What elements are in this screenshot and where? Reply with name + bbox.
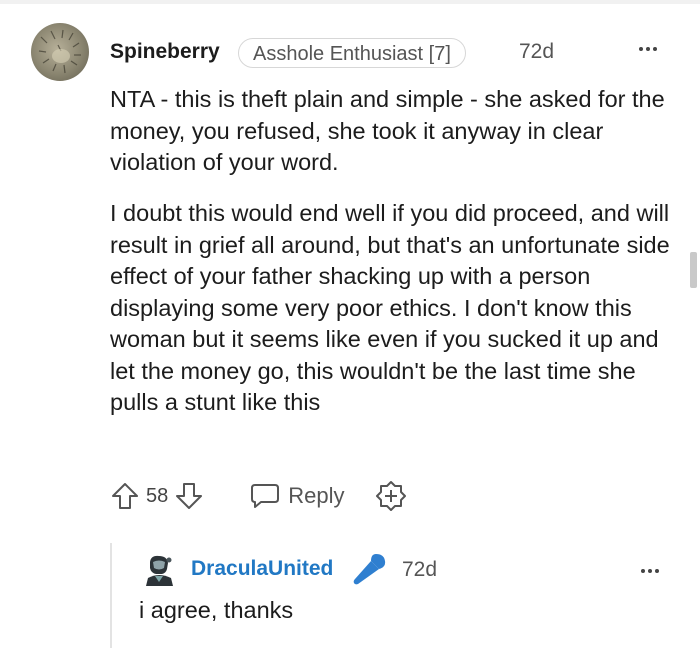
comment-paragraph: I doubt this would end well if you did p…	[110, 200, 670, 415]
user-flair: Asshole Enthusiast [7]	[238, 38, 466, 68]
top-divider	[0, 0, 700, 4]
award-plus-icon[interactable]	[375, 480, 407, 512]
reply-avatar[interactable]	[142, 552, 178, 588]
upvote-arrow-icon[interactable]	[110, 481, 140, 511]
username[interactable]: Spineberry	[110, 40, 220, 64]
thread-line[interactable]	[110, 543, 112, 648]
reply-label: Reply	[288, 483, 345, 508]
more-dots-icon[interactable]	[639, 38, 667, 58]
vote-score: 58	[146, 484, 169, 507]
scrollbar-thumb[interactable]	[690, 252, 697, 288]
reply-timestamp: 72d	[402, 558, 438, 581]
microphone-icon	[350, 552, 388, 586]
comment-paragraph: NTA - this is theft plain and simple - s…	[110, 86, 665, 175]
reply-username[interactable]: DraculaUnited	[191, 557, 333, 581]
more-dots-icon[interactable]	[641, 560, 669, 574]
reply-text: i agree, thanks	[139, 597, 294, 623]
avatar[interactable]	[31, 23, 89, 81]
comment-timestamp: 72d	[519, 40, 555, 63]
reply-button[interactable]: Reply	[250, 482, 345, 510]
comment-actions: 58 Reply	[110, 480, 407, 512]
downvote-arrow-icon[interactable]	[174, 481, 204, 511]
speech-bubble-icon	[250, 482, 280, 510]
